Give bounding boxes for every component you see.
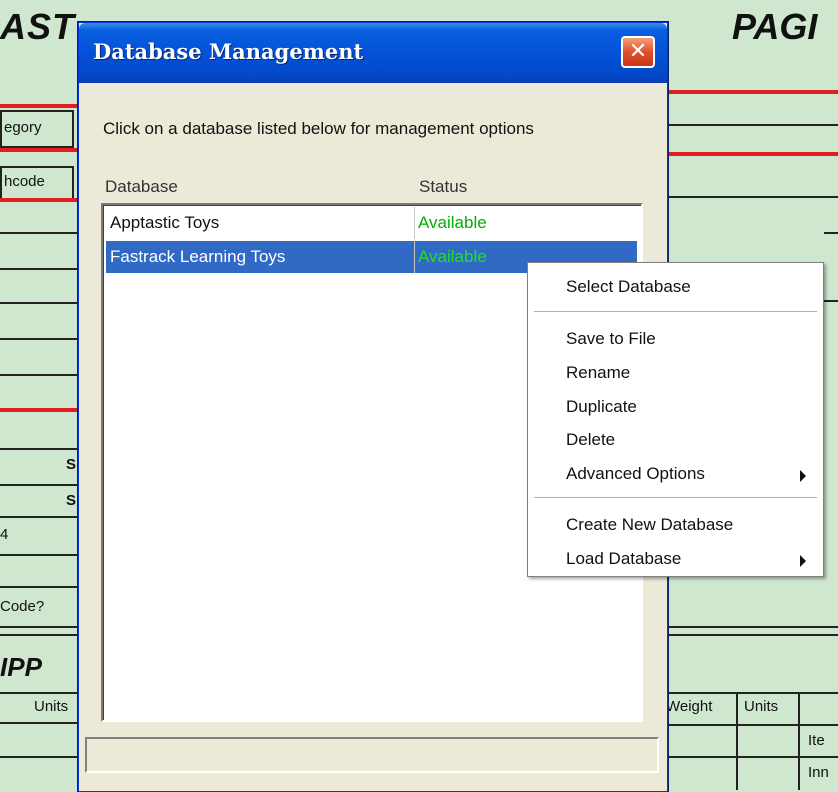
grid-line <box>0 586 80 588</box>
database-name: Fastrack Learning Toys <box>110 247 286 266</box>
database-status: Available <box>418 213 487 232</box>
grid-line <box>666 196 838 198</box>
grid-line <box>0 516 80 518</box>
red-rule <box>0 198 80 202</box>
shipping-heading: IPP <box>0 652 42 682</box>
column-divider <box>414 241 415 273</box>
grid-line <box>0 374 80 376</box>
menu-item-create-new-database[interactable]: Create New Database <box>566 515 733 535</box>
grid-line <box>0 338 80 340</box>
column-header-database[interactable]: Database <box>105 177 178 197</box>
grid-line <box>666 756 838 758</box>
grid-line <box>0 626 80 628</box>
sheet-title-left: AST <box>0 6 75 47</box>
matchcode-label: hcode <box>4 173 45 190</box>
dialog-status-bar <box>85 737 659 773</box>
grid-line <box>666 692 838 694</box>
close-button[interactable]: ✕ <box>621 36 655 68</box>
menu-item-delete[interactable]: Delete <box>566 430 615 450</box>
grid-line <box>0 634 80 636</box>
grid-line <box>0 722 80 724</box>
column-divider <box>414 207 415 239</box>
dialog-title: Database Management <box>93 39 364 64</box>
menu-item-duplicate[interactable]: Duplicate <box>566 397 637 417</box>
menu-item-load-database[interactable]: Load Database <box>566 549 681 569</box>
grid-line <box>666 724 838 726</box>
grid-line <box>0 692 80 694</box>
s-label-2: S <box>66 492 77 509</box>
s-label-1: S <box>66 456 77 473</box>
weight-header: Weight <box>666 698 713 715</box>
matchcode-cell[interactable]: hcode <box>0 166 74 200</box>
red-rule <box>0 104 80 108</box>
grid-line <box>666 124 838 126</box>
menu-item-select-database[interactable]: Select Database <box>566 277 691 297</box>
grid-line <box>666 634 838 636</box>
instructions-text: Click on a database listed below for man… <box>103 119 534 138</box>
menu-item-save-to-file[interactable]: Save to File <box>566 329 656 349</box>
database-name: Apptastic Toys <box>110 213 220 232</box>
four-label: 4 <box>0 526 9 543</box>
grid-line <box>0 756 80 758</box>
menu-separator <box>534 311 817 312</box>
red-rule <box>0 408 80 412</box>
grid-line <box>736 692 738 790</box>
submenu-arrow-icon <box>800 555 806 567</box>
units-left-label: Units <box>34 698 69 715</box>
close-icon: ✕ <box>628 39 648 64</box>
database-context-menu: Select Database Save to File Rename Dupl… <box>527 262 824 577</box>
grid-line <box>0 268 80 270</box>
database-status: Available <box>418 247 487 266</box>
menu-item-rename[interactable]: Rename <box>566 363 630 383</box>
grid-line <box>0 232 80 234</box>
grid-line <box>0 484 80 486</box>
ite-label: Ite <box>808 732 825 749</box>
category-label: egory <box>4 119 42 136</box>
submenu-arrow-icon <box>800 470 806 482</box>
grid-line <box>0 554 80 556</box>
menu-separator <box>534 497 817 498</box>
grid-line <box>824 232 838 234</box>
sheet-title-right: PAGI <box>732 6 818 47</box>
inn-label: Inn <box>808 764 829 781</box>
red-rule <box>666 90 838 94</box>
dialog-titlebar[interactable]: Database Management ✕ <box>79 23 667 83</box>
grid-line <box>798 692 800 790</box>
column-header-status[interactable]: Status <box>419 177 467 197</box>
category-cell[interactable]: egory <box>0 110 74 148</box>
code-label: Code? <box>0 598 45 615</box>
grid-line <box>0 448 80 450</box>
red-rule <box>0 148 80 152</box>
grid-line <box>0 302 80 304</box>
database-row[interactable]: Apptastic Toys Available <box>106 207 637 239</box>
units-right-header: Units <box>744 698 779 715</box>
grid-line <box>666 626 838 628</box>
red-rule <box>666 152 838 156</box>
menu-item-advanced-options[interactable]: Advanced Options <box>566 464 705 484</box>
grid-line <box>824 300 838 302</box>
